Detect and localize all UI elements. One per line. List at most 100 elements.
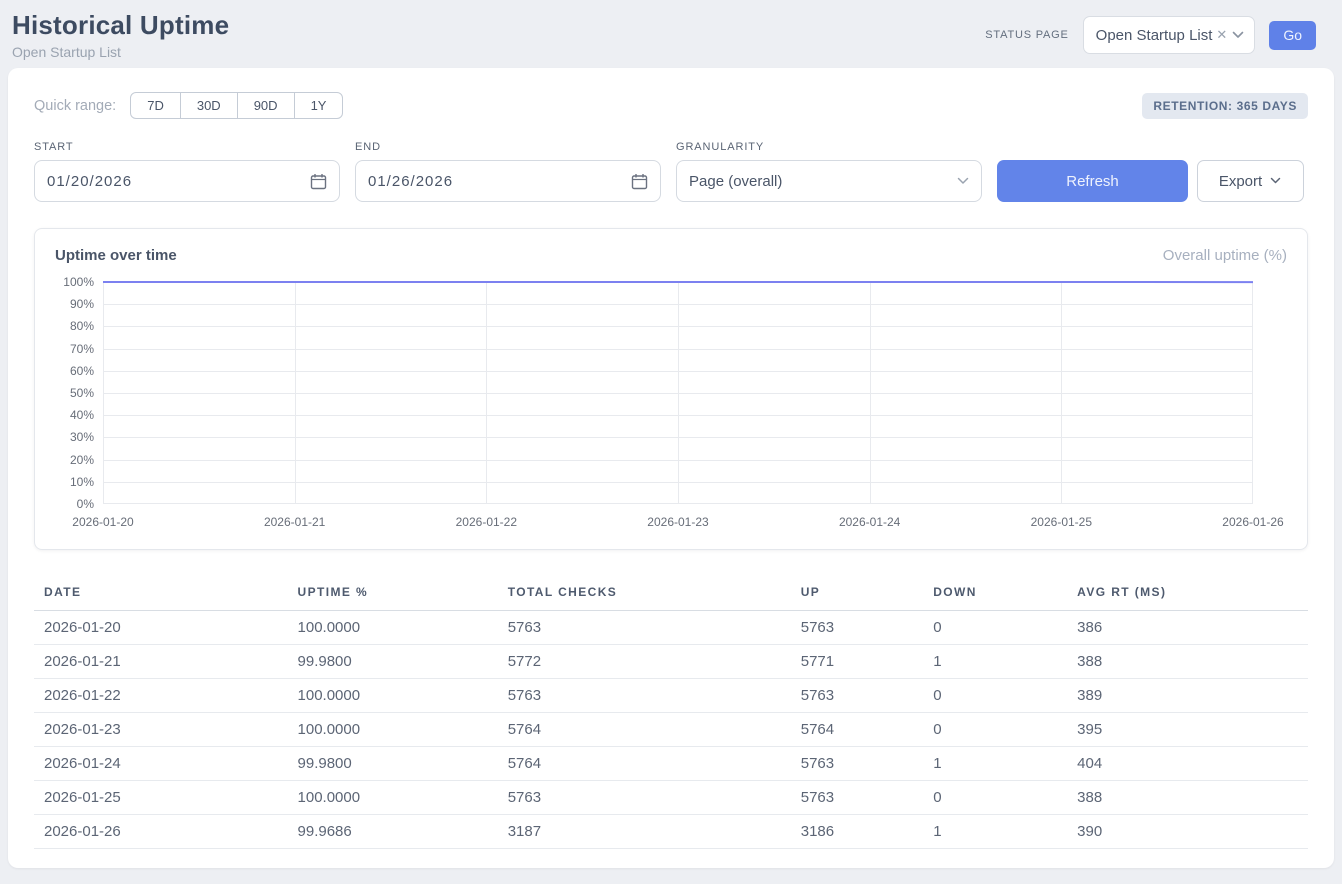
table-cell: 2026-01-23 <box>34 713 288 747</box>
table-cell: 0 <box>923 679 1067 713</box>
chevron-down-icon <box>1232 31 1244 39</box>
table-cell: 1 <box>923 645 1067 679</box>
quick-range-button-1y[interactable]: 1Y <box>294 92 344 119</box>
table-cell: 2026-01-22 <box>34 679 288 713</box>
y-axis-tick: 60% <box>70 364 94 378</box>
column-header: UPTIME % <box>288 576 498 611</box>
table-cell: 5763 <box>498 781 791 815</box>
table-row: 2026-01-23100.0000576457640395 <box>34 713 1308 747</box>
table-cell: 100.0000 <box>288 679 498 713</box>
x-axis-tick: 2026-01-22 <box>456 515 517 529</box>
end-date-value: 01/26/2026 <box>368 173 453 190</box>
table-cell: 5763 <box>791 747 923 781</box>
quick-range-label: Quick range: <box>34 98 116 114</box>
quick-range-button-90d[interactable]: 90D <box>237 92 295 119</box>
table-row: 2026-01-22100.0000576357630389 <box>34 679 1308 713</box>
table-cell: 5763 <box>791 611 923 645</box>
x-axis-tick: 2026-01-21 <box>264 515 325 529</box>
column-header: DOWN <box>923 576 1067 611</box>
table-cell: 2026-01-24 <box>34 747 288 781</box>
retention-badge: RETENTION: 365 DAYS <box>1142 93 1308 119</box>
clear-icon[interactable]: ✕ <box>1216 27 1227 43</box>
table-cell: 390 <box>1067 815 1308 849</box>
main-panel: Quick range: 7D30D90D1Y RETENTION: 365 D… <box>8 68 1334 868</box>
table-cell: 5772 <box>498 645 791 679</box>
column-header: DATE <box>34 576 288 611</box>
granularity-field-group: GRANULARITY Page (overall) <box>676 141 982 202</box>
table-cell: 5771 <box>791 645 923 679</box>
page-title: Historical Uptime <box>12 10 229 41</box>
end-field-group: END 01/26/2026 <box>355 141 661 202</box>
x-axis-tick: 2026-01-20 <box>72 515 133 529</box>
granularity-label: GRANULARITY <box>676 141 982 153</box>
table-cell: 389 <box>1067 679 1308 713</box>
uptime-chart: 100%90%80%70%60%50%40%30%20%10%0% 2026-0… <box>55 282 1287 535</box>
table-cell: 100.0000 <box>288 611 498 645</box>
quick-range-button-30d[interactable]: 30D <box>180 92 238 119</box>
table-cell: 99.9686 <box>288 815 498 849</box>
quick-range-row: Quick range: 7D30D90D1Y RETENTION: 365 D… <box>34 92 1308 119</box>
start-label: START <box>34 141 340 153</box>
quick-range-group: 7D30D90D1Y <box>130 92 343 119</box>
column-header: UP <box>791 576 923 611</box>
chart-header: Uptime over time Overall uptime (%) <box>55 247 1287 264</box>
table-cell: 3186 <box>791 815 923 849</box>
table-cell: 388 <box>1067 645 1308 679</box>
calendar-icon[interactable] <box>310 173 327 190</box>
plot-area <box>103 282 1253 504</box>
chart-legend-label: Overall uptime (%) <box>1163 247 1287 264</box>
y-axis-tick: 20% <box>70 453 94 467</box>
quick-range-group-wrap: Quick range: 7D30D90D1Y <box>34 92 343 119</box>
refresh-button[interactable]: Refresh <box>997 160 1188 202</box>
chevron-down-icon <box>1270 177 1282 185</box>
table-cell: 2026-01-20 <box>34 611 288 645</box>
chevron-down-icon <box>957 177 969 185</box>
end-date-input[interactable]: 01/26/2026 <box>355 160 661 202</box>
table-cell: 5764 <box>791 713 923 747</box>
quick-range-button-7d[interactable]: 7D <box>130 92 181 119</box>
y-axis-tick: 100% <box>63 275 94 289</box>
status-page-label: STATUS PAGE <box>985 29 1068 41</box>
table-header-row: DATEUPTIME %TOTAL CHECKSUPDOWNAVG RT (MS… <box>34 576 1308 611</box>
x-axis-tick: 2026-01-24 <box>839 515 900 529</box>
header-controls: STATUS PAGE Open Startup List ✕ Go <box>985 16 1316 54</box>
chart-title: Uptime over time <box>55 247 177 264</box>
table-row: 2026-01-25100.0000576357630388 <box>34 781 1308 815</box>
chart-card: Uptime over time Overall uptime (%) 100%… <box>34 228 1308 550</box>
table-cell: 5764 <box>498 747 791 781</box>
calendar-icon[interactable] <box>631 173 648 190</box>
page-header: Historical Uptime Open Startup List STAT… <box>0 0 1342 68</box>
table-cell: 3187 <box>498 815 791 849</box>
table-cell: 2026-01-21 <box>34 645 288 679</box>
table-row: 2026-01-20100.0000576357630386 <box>34 611 1308 645</box>
table-cell: 2026-01-25 <box>34 781 288 815</box>
y-axis-tick: 50% <box>70 386 94 400</box>
table-cell: 99.9800 <box>288 747 498 781</box>
table-cell: 386 <box>1067 611 1308 645</box>
granularity-value: Page (overall) <box>689 173 782 190</box>
page-subtitle: Open Startup List <box>12 44 229 60</box>
status-page-select-value: Open Startup List <box>1096 27 1213 44</box>
status-page-select[interactable]: Open Startup List ✕ <box>1083 16 1256 54</box>
export-button[interactable]: Export <box>1197 160 1304 202</box>
column-header: TOTAL CHECKS <box>498 576 791 611</box>
uptime-table: DATEUPTIME %TOTAL CHECKSUPDOWNAVG RT (MS… <box>34 576 1308 849</box>
x-axis-tick: 2026-01-23 <box>647 515 708 529</box>
y-axis-tick: 0% <box>77 497 94 511</box>
x-axis-tick: 2026-01-26 <box>1222 515 1283 529</box>
table-cell: 100.0000 <box>288 781 498 815</box>
go-button[interactable]: Go <box>1269 21 1316 50</box>
start-date-input[interactable]: 01/20/2026 <box>34 160 340 202</box>
table-row: 2026-01-2499.9800576457631404 <box>34 747 1308 781</box>
end-label: END <box>355 141 661 153</box>
granularity-select[interactable]: Page (overall) <box>676 160 982 202</box>
table-cell: 0 <box>923 611 1067 645</box>
table-cell: 1 <box>923 747 1067 781</box>
x-axis: 2026-01-202026-01-212026-01-222026-01-23… <box>103 509 1253 535</box>
table-cell: 5763 <box>498 611 791 645</box>
x-axis-tick: 2026-01-25 <box>1031 515 1092 529</box>
table-cell: 388 <box>1067 781 1308 815</box>
table-cell: 5763 <box>791 679 923 713</box>
start-date-value: 01/20/2026 <box>47 173 132 190</box>
table-row: 2026-01-2199.9800577257711388 <box>34 645 1308 679</box>
